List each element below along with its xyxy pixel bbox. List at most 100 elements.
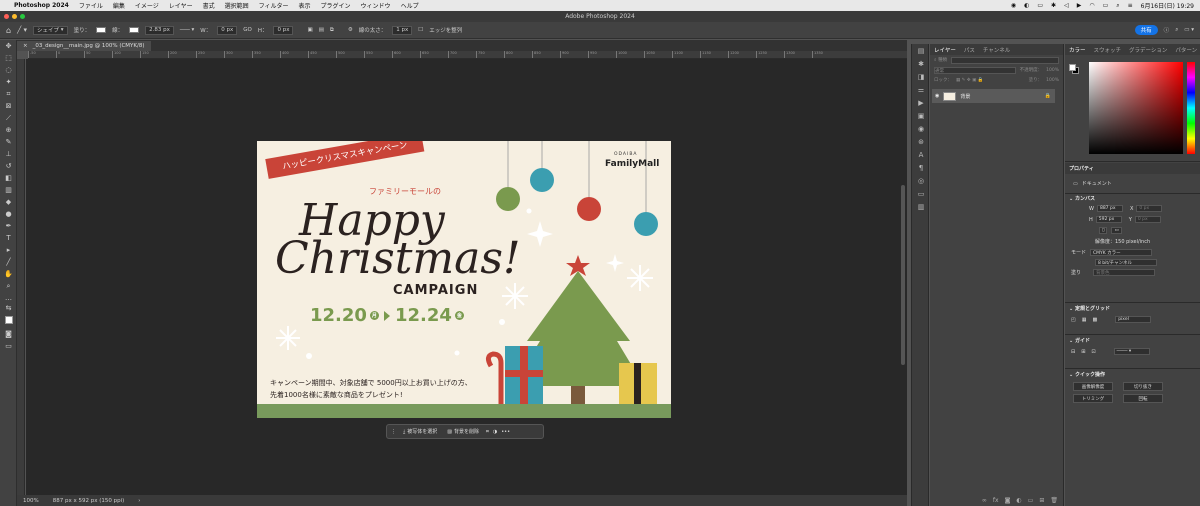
type-tool-icon[interactable]: T [0, 232, 17, 244]
actions-icon[interactable]: ▶ [912, 96, 930, 109]
select-subject-button[interactable]: ⤓ 被写体を選択 [400, 427, 440, 436]
tab-channels[interactable]: チャンネル [983, 46, 1010, 54]
gradient-tool-icon[interactable]: ▥ [0, 184, 17, 196]
control-center-icon[interactable]: ≡ [1128, 2, 1133, 9]
status-arrow-icon[interactable]: › [138, 498, 140, 504]
color-mode-select[interactable]: CMYK カラー [1090, 249, 1153, 256]
clone-source-icon[interactable]: ⊛ [912, 135, 930, 148]
menu-layer[interactable]: レイヤー [169, 1, 193, 10]
screen-mode-icon[interactable]: ▭ [0, 340, 17, 352]
line-tool-preset-icon[interactable]: ╱ ▾ [17, 26, 27, 34]
zoom-tool-icon[interactable]: ⌕ [0, 280, 17, 292]
canvas-y-field[interactable]: 0 px [1134, 216, 1161, 223]
guide-hide-icon[interactable]: ⊟ [1071, 349, 1075, 355]
menubar-clock[interactable]: 6月16日(日) 19:29 [1141, 1, 1194, 10]
link-dimensions-icon[interactable]: GO [243, 27, 252, 33]
more-tools-icon[interactable]: … [0, 292, 17, 304]
bit-depth-select[interactable]: 8 bit/チャンネル [1095, 259, 1157, 266]
crop-button[interactable]: 切り抜き [1123, 382, 1163, 391]
tab-swatches[interactable]: スウォッチ [1094, 46, 1122, 54]
add-mask-icon[interactable]: ◙ [1005, 497, 1011, 504]
group-icon[interactable]: ▭ [1028, 497, 1034, 504]
more-icon[interactable]: ••• [501, 429, 510, 435]
brush-tool-icon[interactable]: ✎ [0, 136, 17, 148]
horizontal-ruler[interactable]: -50 0 50 100 150 200 250 300 350 400 450 500 550 600 6… [28, 51, 907, 59]
tab-paths[interactable]: パス [964, 46, 975, 54]
properties-icon[interactable]: ⚌ [912, 83, 930, 96]
canvas-height-field[interactable]: 592 px [1095, 216, 1122, 223]
layer-name[interactable]: 背景 [960, 93, 970, 100]
tab-color[interactable]: カラー [1069, 46, 1086, 54]
trim-button[interactable]: トリミング [1073, 394, 1113, 403]
properties-title[interactable]: プロパティ [1065, 163, 1200, 174]
menu-edit[interactable]: 編集 [113, 1, 125, 10]
stamp-tool-icon[interactable]: ⊥ [0, 148, 17, 160]
ruler-toggle-icon[interactable]: ◰ [1071, 317, 1076, 323]
workspace-icon[interactable]: ▭ ▾ [1184, 27, 1194, 33]
display-icon[interactable]: ▭ [1037, 2, 1043, 9]
menu-view[interactable]: 表示 [299, 1, 311, 10]
image-size-button[interactable]: 画像解像度 [1073, 382, 1113, 391]
height-field[interactable]: 0 px [273, 25, 294, 35]
app-menu[interactable]: Photoshop 2024 [14, 2, 69, 9]
wifi-icon[interactable]: ◠ [1089, 2, 1094, 9]
quick-actions-header[interactable]: ⌄ クイック操作 [1065, 370, 1200, 379]
frame-tool-icon[interactable]: ⊠ [0, 100, 17, 112]
unit-select[interactable]: pixel [1115, 316, 1152, 323]
character-icon[interactable]: A [912, 148, 930, 161]
menu-type[interactable]: 書式 [203, 1, 215, 10]
path-alignment-icon[interactable]: ▤ [319, 27, 324, 34]
close-tab-icon[interactable]: × [23, 43, 28, 49]
canvas-section-header[interactable]: ⌄ カンバス [1065, 194, 1200, 203]
menu-window[interactable]: ウィンドウ [361, 1, 391, 10]
toggle-icon[interactable]: ◐ [1024, 2, 1029, 9]
battery-icon[interactable]: ▭ [1103, 2, 1109, 9]
guide-snap-icon[interactable]: ⊡ [1091, 349, 1095, 355]
canvas-fill-select[interactable]: 背景色 [1093, 269, 1156, 276]
fill-field[interactable]: 100% [1046, 78, 1059, 83]
home-icon[interactable]: ⌂ [6, 26, 11, 35]
visibility-eye-icon[interactable]: ◉ [935, 93, 939, 99]
menu-help[interactable]: ヘルプ [401, 1, 419, 10]
menu-plugins[interactable]: プラグイン [321, 1, 351, 10]
guide-style-select[interactable]: ──── ▾ [1113, 348, 1150, 355]
bluetooth-icon[interactable]: ✱ [1051, 2, 1056, 9]
color-picker-field[interactable] [1089, 62, 1183, 154]
width-field[interactable]: 0 px [217, 25, 238, 35]
crop-tool-icon[interactable]: ⌗ [0, 88, 17, 100]
dodge-tool-icon[interactable]: ● [0, 208, 17, 220]
menu-image[interactable]: イメージ [135, 1, 159, 10]
stroke-style-select[interactable]: ─── ▾ [180, 27, 194, 33]
tab-patterns[interactable]: パターン [1175, 46, 1197, 54]
history-icon[interactable]: ▤ [912, 44, 930, 57]
pixel-grid-icon[interactable]: ▩ [1092, 317, 1097, 323]
volume-icon[interactable]: ◁ [1064, 2, 1069, 9]
eraser-tool-icon[interactable]: ◧ [0, 172, 17, 184]
timeline-icon[interactable]: ▥ [912, 200, 930, 213]
stroke-width-field[interactable]: 2.83 px [145, 25, 174, 35]
zoom-window-button[interactable] [20, 14, 25, 19]
healing-brush-icon[interactable]: ⊕ [0, 124, 17, 136]
trash-icon[interactable]: 🗑 [1050, 497, 1058, 504]
adjust-icon[interactable]: ◑ [493, 429, 497, 435]
document-canvas[interactable]: ハッピークリスマスキャンペーン ODAIBA FamilyMall ファミリーモ… [257, 141, 671, 418]
minimize-window-button[interactable] [12, 14, 17, 19]
new-layer-icon[interactable]: ⊞ [1039, 497, 1044, 504]
tab-gradients[interactable]: グラデーション [1129, 46, 1167, 54]
adjustment-layer-icon[interactable]: ◐ [1016, 497, 1021, 504]
share-button[interactable]: 共有 [1134, 25, 1158, 35]
fill-swatch[interactable] [96, 27, 107, 33]
tab-layers[interactable]: レイヤー [934, 46, 956, 54]
blur-tool-icon[interactable]: ◆ [0, 196, 17, 208]
guides-header[interactable]: ⌄ ガイド [1065, 336, 1200, 345]
document-info[interactable]: 887 px x 592 px (150 ppi) [53, 498, 125, 504]
link-layers-icon[interactable]: ∞ [982, 497, 987, 504]
paragraph-icon[interactable]: ¶ [912, 161, 930, 174]
move-tool-icon[interactable]: ✥ [0, 40, 17, 52]
stroke-swatch[interactable] [129, 27, 140, 33]
magic-wand-icon[interactable]: ✦ [0, 76, 17, 88]
foreground-background-icon[interactable] [0, 312, 17, 328]
document-tab[interactable]: × _03_design__main.jpg @ 100% (CMYK/8) [17, 41, 151, 51]
close-window-button[interactable] [4, 14, 9, 19]
styles-icon[interactable]: ◉ [912, 122, 930, 135]
